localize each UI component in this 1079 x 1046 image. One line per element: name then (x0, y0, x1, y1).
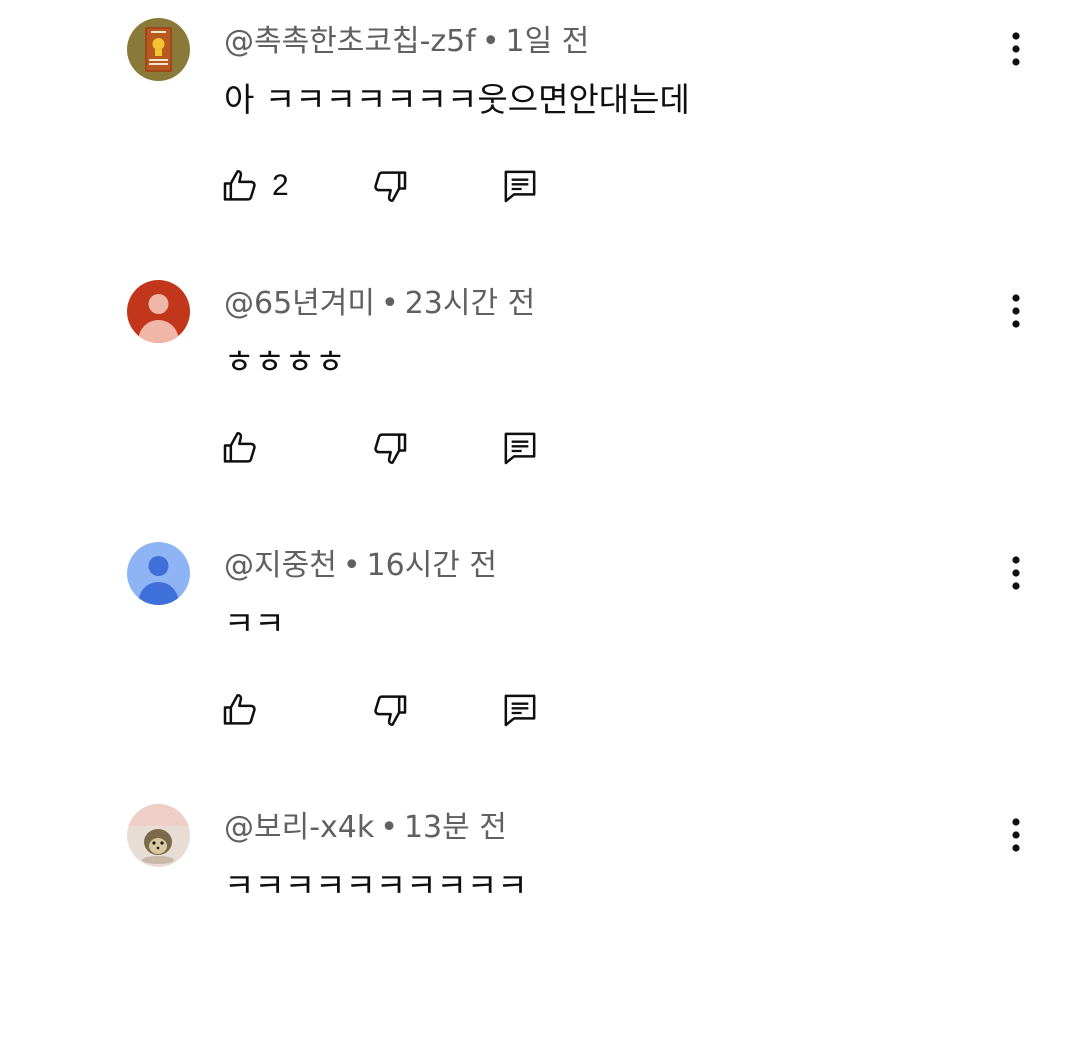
comment-text: ㅎㅎㅎㅎ (224, 342, 346, 381)
reply-comment-icon (504, 432, 536, 465)
hedgehog-photo-avatar-icon (127, 804, 190, 867)
comment-text: ㅋㅋ (224, 604, 285, 643)
thumbs-down-icon (374, 695, 407, 726)
like-button[interactable]: 2 (220, 162, 289, 210)
like-button[interactable] (220, 424, 272, 472)
avatar[interactable] (127, 542, 190, 605)
like-count: 2 (272, 169, 289, 202)
default-person-avatar-icon (127, 542, 190, 605)
thumbs-up-icon (223, 170, 256, 201)
dislike-button[interactable] (370, 686, 410, 734)
comment-item: @65년겨미 • 23시간 전 ㅎㅎㅎㅎ (0, 262, 1079, 522)
thumbs-down-icon (374, 171, 407, 202)
reply-button[interactable] (500, 424, 540, 472)
author-name[interactable]: @지중천 (224, 548, 337, 583)
thumbs-down-icon (374, 433, 407, 464)
comment-time[interactable]: 16시간 전 (367, 548, 498, 583)
dislike-button[interactable] (370, 424, 410, 472)
book-cover-avatar-icon (127, 18, 190, 81)
comment-time[interactable]: 1일 전 (506, 24, 590, 59)
meta-separator: • (342, 548, 361, 583)
more-vert-icon (1012, 556, 1020, 590)
more-options-button[interactable] (1001, 814, 1031, 856)
more-vert-icon (1012, 32, 1020, 66)
reply-comment-icon (504, 694, 536, 727)
comment-time[interactable]: 23시간 전 (405, 286, 536, 321)
more-vert-icon (1012, 818, 1020, 852)
comment-time[interactable]: 13분 전 (404, 810, 507, 845)
comment-meta: @65년겨미 • 23시간 전 (224, 284, 535, 324)
avatar[interactable] (127, 18, 190, 81)
meta-separator: • (380, 286, 399, 321)
more-vert-icon (1012, 294, 1020, 328)
thumbs-up-icon (223, 432, 256, 463)
like-button[interactable] (220, 686, 272, 734)
default-person-avatar-icon (127, 280, 190, 343)
comment-text: ㅋㅋㅋㅋㅋㅋㅋㅋㅋㅋ (224, 866, 528, 905)
reply-comment-icon (504, 170, 536, 203)
author-name[interactable]: @보리-x4k (224, 810, 374, 845)
more-options-button[interactable] (1001, 28, 1031, 70)
comment-item: @지중천 • 16시간 전 ㅋㅋ (0, 524, 1079, 784)
comment-text: 아 ㅋㅋㅋㅋㅋㅋㅋ웃으면안대는데 (224, 80, 690, 119)
reply-button[interactable] (500, 686, 540, 734)
avatar[interactable] (127, 280, 190, 343)
more-options-button[interactable] (1001, 552, 1031, 594)
thumbs-up-icon (223, 694, 256, 725)
author-name[interactable]: @촉촉한초코칩-z5f (224, 24, 476, 59)
reply-button[interactable] (500, 162, 540, 210)
meta-separator: • (481, 24, 500, 59)
comment-item: @촉촉한초코칩-z5f • 1일 전 아 ㅋㅋㅋㅋㅋㅋㅋ웃으면안대는데 2 (0, 0, 1079, 260)
author-name[interactable]: @65년겨미 (224, 286, 375, 321)
dislike-button[interactable] (370, 162, 410, 210)
meta-separator: • (380, 810, 398, 845)
avatar[interactable] (127, 804, 190, 867)
comment-item: @보리-x4k • 13분 전 ㅋㅋㅋㅋㅋㅋㅋㅋㅋㅋ (0, 786, 1079, 1046)
more-options-button[interactable] (1001, 290, 1031, 332)
comment-meta: @보리-x4k • 13분 전 (224, 808, 507, 848)
comment-meta: @지중천 • 16시간 전 (224, 546, 497, 586)
comment-meta: @촉촉한초코칩-z5f • 1일 전 (224, 22, 589, 62)
